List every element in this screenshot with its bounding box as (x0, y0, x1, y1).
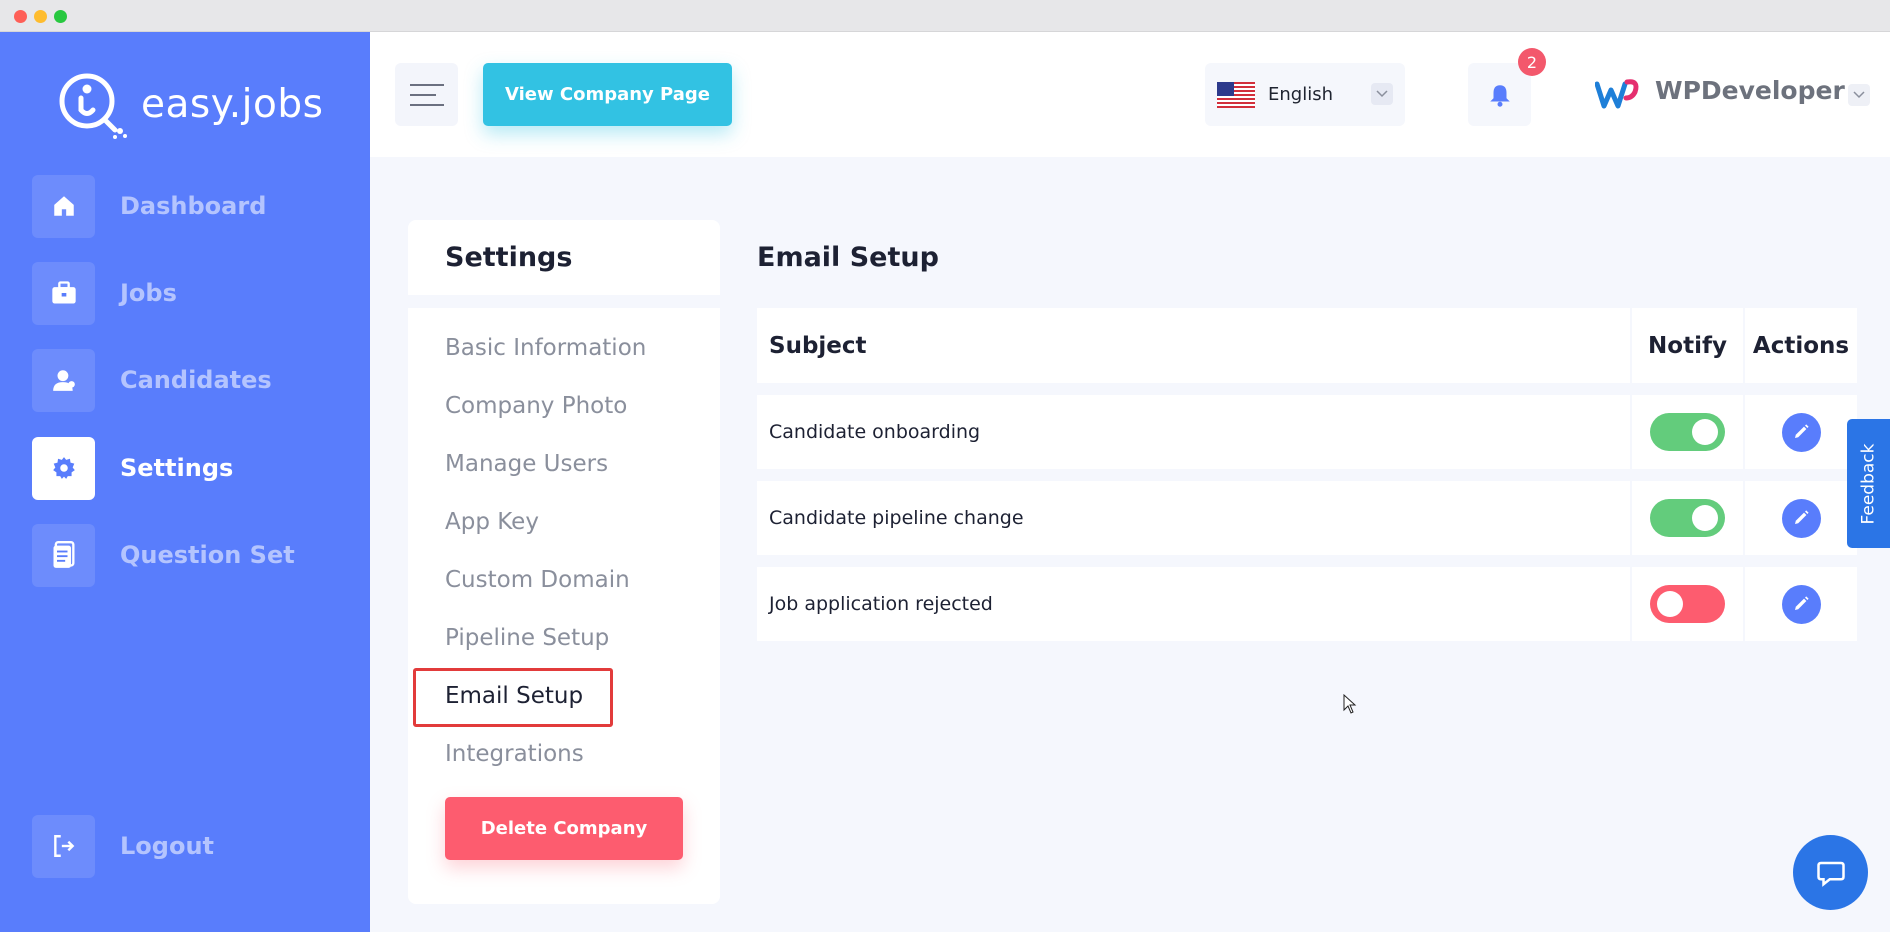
settings-title: Settings (445, 242, 573, 273)
settings-menu: Basic Information Company Photo Manage U… (408, 308, 720, 904)
column-header-notify: Notify (1648, 332, 1727, 359)
chat-widget-button[interactable] (1793, 835, 1868, 910)
sidebar-item-label: Jobs (120, 279, 177, 307)
email-subject: Candidate pipeline change (769, 507, 1024, 529)
settings-menu-email-setup[interactable]: Email Setup (445, 683, 583, 709)
language-label: English (1268, 84, 1333, 105)
pencil-icon (1795, 424, 1809, 438)
table-row: Candidate onboarding (757, 395, 1857, 469)
sidebar: easy.jobs Dashboard Jobs Candidates Sett… (0, 32, 370, 932)
document-icon (53, 541, 75, 568)
actions-cell (1745, 567, 1857, 641)
toggle-knob (1657, 591, 1683, 617)
notify-cell (1632, 567, 1743, 641)
actions-cell (1745, 395, 1857, 469)
mouse-cursor-icon (1343, 694, 1357, 714)
sidebar-item-jobs[interactable]: Jobs (32, 261, 352, 325)
gear-icon (52, 457, 75, 479)
pencil-icon (1795, 596, 1809, 610)
settings-menu-integrations[interactable]: Integrations (445, 741, 584, 767)
notify-cell (1632, 395, 1743, 469)
email-subject: Job application rejected (769, 593, 993, 615)
logout-button[interactable]: Logout (32, 814, 352, 878)
view-company-page-button[interactable]: View Company Page (483, 63, 732, 126)
notifications-button[interactable] (1468, 63, 1531, 126)
sidebar-item-dashboard[interactable]: Dashboard (32, 174, 352, 238)
column-header-actions: Actions (1752, 332, 1850, 359)
toggle-knob (1692, 505, 1718, 531)
us-flag-icon (1217, 81, 1255, 108)
email-setup-table: Subject Notify Actions Candidate onboard… (757, 308, 1857, 641)
edit-button[interactable] (1781, 584, 1821, 624)
company-logo-icon (1595, 79, 1639, 109)
edit-button[interactable] (1781, 412, 1821, 452)
settings-header: Settings (408, 220, 720, 295)
nav-icon-box (32, 814, 95, 878)
chevron-down-icon (1371, 83, 1393, 105)
actions-cell (1745, 481, 1857, 555)
home-icon (53, 196, 74, 216)
sidebar-item-settings[interactable]: Settings (32, 436, 352, 500)
sidebar-item-label: Settings (120, 454, 234, 482)
table-row: Candidate pipeline change (757, 481, 1857, 555)
chat-bubble-icon (1816, 861, 1845, 887)
settings-menu-pipeline-setup[interactable]: Pipeline Setup (445, 625, 609, 651)
toggle-knob (1692, 419, 1718, 445)
notify-cell (1632, 481, 1743, 555)
nav-icon-box (32, 348, 95, 412)
notify-toggle[interactable] (1650, 499, 1725, 537)
maximize-window-button[interactable] (54, 10, 67, 23)
row-gap (757, 555, 1857, 567)
feedback-label: Feedback (1858, 443, 1879, 524)
user-icon (52, 370, 75, 391)
notification-count-badge: 2 (1518, 48, 1546, 76)
settings-menu-manage-users[interactable]: Manage Users (445, 451, 608, 477)
company-name[interactable]: WPDeveloper (1655, 76, 1845, 105)
sidebar-item-label: Question Set (120, 541, 295, 569)
sidebar-item-candidates[interactable]: Candidates (32, 348, 352, 412)
table-row: Job application rejected (757, 567, 1857, 641)
pencil-icon (1795, 510, 1809, 524)
settings-menu-custom-domain[interactable]: Custom Domain (445, 567, 630, 593)
minimize-window-button[interactable] (34, 10, 47, 23)
logout-icon (53, 835, 74, 857)
delete-company-button[interactable]: Delete Company (445, 797, 683, 860)
feedback-tab[interactable]: Feedback (1847, 419, 1890, 548)
hamburger-icon (409, 83, 444, 106)
column-header-subject: Subject (769, 332, 867, 359)
nav-icon-box (32, 261, 95, 325)
chevron-down-icon[interactable] (1848, 84, 1870, 106)
language-selector[interactable]: English (1205, 63, 1405, 126)
briefcase-icon (51, 281, 76, 304)
notify-toggle[interactable] (1650, 413, 1725, 451)
row-gap (757, 469, 1857, 481)
table-header-row: Subject Notify Actions (757, 308, 1857, 383)
nav-icon-box (32, 174, 95, 238)
close-window-button[interactable] (14, 10, 27, 23)
logo-mark-icon (59, 73, 127, 139)
notify-toggle[interactable] (1650, 585, 1725, 623)
page-title: Email Setup (757, 242, 939, 273)
top-bar: View Company Page English 2 WPDeveloper (370, 32, 1890, 157)
email-subject: Candidate onboarding (769, 421, 981, 443)
edit-button[interactable] (1781, 498, 1821, 538)
settings-menu-app-key[interactable]: App Key (445, 509, 539, 535)
window-titlebar (0, 0, 1890, 32)
nav-icon-box (32, 523, 95, 587)
sidebar-item-label: Candidates (120, 366, 272, 394)
nav-icon-box (32, 436, 95, 500)
sidebar-item-question-set[interactable]: Question Set (32, 523, 352, 587)
menu-toggle-button[interactable] (395, 63, 458, 126)
logout-label: Logout (120, 832, 215, 860)
settings-menu-company-photo[interactable]: Company Photo (445, 393, 627, 419)
logo-text: easy.jobs (141, 82, 324, 127)
app-logo[interactable]: easy.jobs (57, 70, 323, 140)
sidebar-item-label: Dashboard (120, 192, 267, 220)
settings-menu-basic-information[interactable]: Basic Information (445, 335, 646, 361)
bell-icon (1489, 84, 1510, 107)
